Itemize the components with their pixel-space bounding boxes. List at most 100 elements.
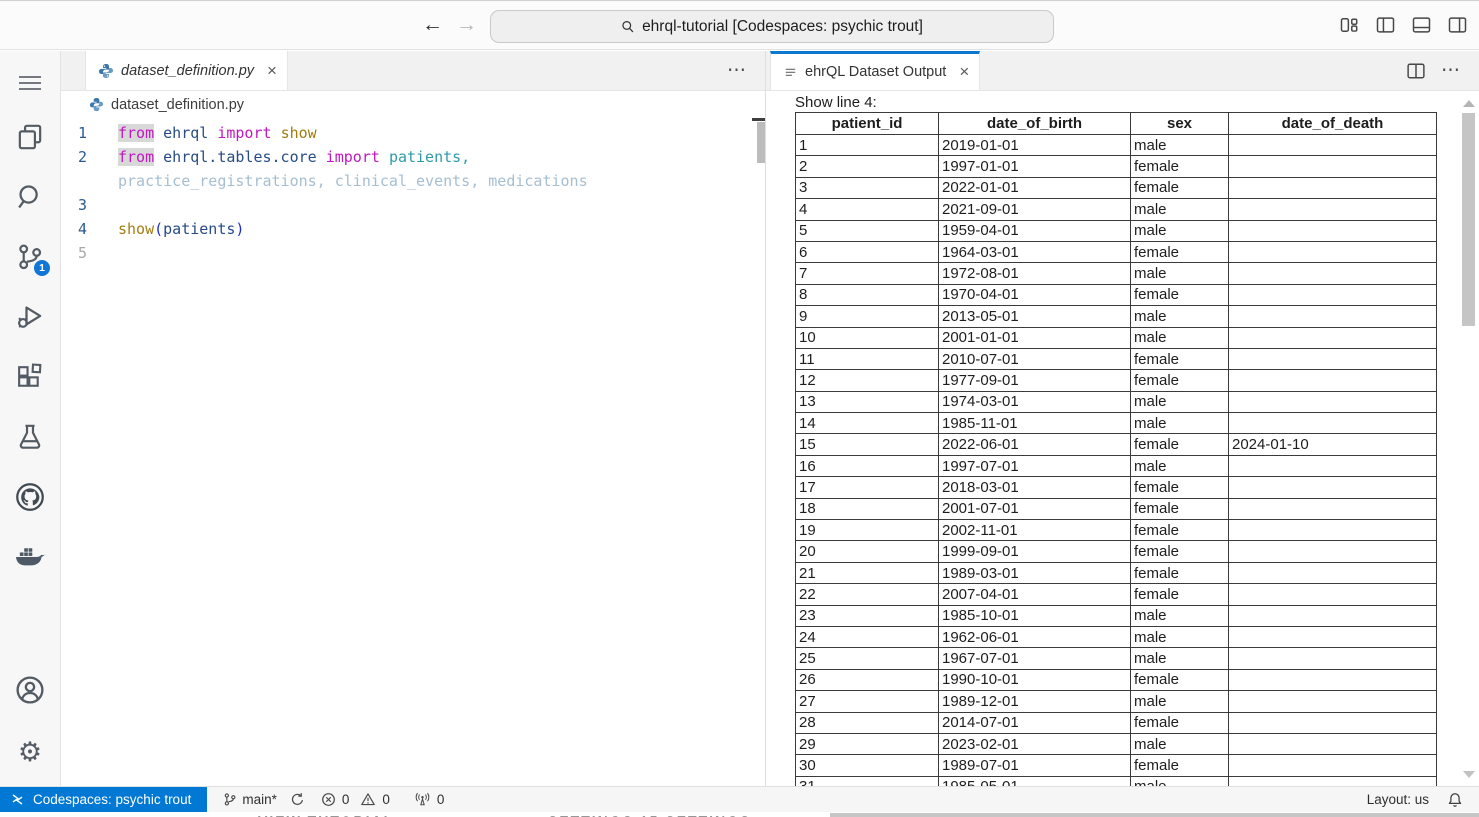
- table-row: 241962-06-01male: [796, 626, 1437, 647]
- remote-indicator[interactable]: Codespaces: psychic trout: [0, 787, 207, 812]
- table-cell: 11: [796, 348, 939, 369]
- table-row: 292023-02-01male: [796, 733, 1437, 754]
- code-token: import: [326, 148, 380, 166]
- table-cell: 2002-11-01: [939, 520, 1131, 541]
- line-number: 3: [61, 193, 118, 217]
- editor-more-actions-icon[interactable]: ⋯: [727, 59, 747, 82]
- table-cell: 24: [796, 626, 939, 647]
- split-editor-icon[interactable]: [1407, 63, 1425, 79]
- panel-scrollbar[interactable]: [1462, 113, 1475, 326]
- toggle-secondary-sidebar-icon[interactable]: [1448, 17, 1467, 33]
- table-row: 102001-01-01male: [796, 327, 1437, 348]
- dataset-output-view: Show line 4: patient_iddate_of_birthsexd…: [766, 91, 1479, 786]
- sidebar-item-docker[interactable]: [8, 535, 52, 579]
- table-cell: 2: [796, 156, 939, 177]
- menu-button[interactable]: [8, 61, 52, 105]
- tab-dataset-definition[interactable]: dataset_definition.py ×: [85, 51, 288, 90]
- table-cell: 21: [796, 562, 939, 583]
- table-cell: [1229, 669, 1437, 690]
- table-cell: 2001-01-01: [939, 327, 1131, 348]
- table-cell: female: [1131, 712, 1229, 733]
- table-cell: 2001-07-01: [939, 498, 1131, 519]
- files-icon: [16, 123, 44, 151]
- run-and-debug-icon: [16, 303, 44, 331]
- code-text: [118, 241, 765, 265]
- error-count: 0: [342, 792, 350, 807]
- table-cell: 3: [796, 177, 939, 198]
- panel-more-actions-icon[interactable]: ⋯: [1441, 59, 1461, 82]
- table-cell: [1229, 306, 1437, 327]
- sidebar-item-search[interactable]: [8, 175, 52, 219]
- code-line: 2from ehrql.tables.core import patients,: [61, 145, 765, 169]
- table-cell: [1229, 584, 1437, 605]
- code-token: [326, 172, 335, 190]
- close-tab-icon[interactable]: ×: [959, 65, 969, 79]
- problems-status-item[interactable]: 0 0: [321, 792, 390, 807]
- remote-label: Codespaces: psychic trout: [33, 792, 191, 807]
- accounts-button[interactable]: [8, 668, 52, 712]
- table-row: 311985-05-01male: [796, 776, 1437, 786]
- table-cell: female: [1131, 584, 1229, 605]
- code-token: (: [154, 220, 163, 238]
- breadcrumb[interactable]: dataset_definition.py: [61, 91, 765, 118]
- forward-arrow-icon[interactable]: →: [456, 12, 477, 38]
- table-cell: [1229, 135, 1437, 156]
- code-editor[interactable]: 1from ehrql import show2from ehrql.table…: [61, 118, 765, 265]
- table-cell: male: [1131, 306, 1229, 327]
- close-tab-icon[interactable]: ×: [267, 64, 277, 78]
- branch-status-item[interactable]: main*: [223, 792, 305, 807]
- sidebar-item-github[interactable]: [8, 475, 52, 519]
- line-number: 2: [61, 145, 118, 169]
- table-cell: 31: [796, 776, 939, 786]
- command-center-search[interactable]: ehrql-tutorial [Codespaces: psychic trou…: [490, 10, 1054, 43]
- table-cell: [1229, 755, 1437, 776]
- table-cell: female: [1131, 477, 1229, 498]
- keyboard-layout-item[interactable]: Layout: us: [1367, 792, 1429, 807]
- table-cell: 1: [796, 135, 939, 156]
- table-cell: female: [1131, 498, 1229, 519]
- table-cell: 20: [796, 541, 939, 562]
- table-header-row: patient_iddate_of_birthsexdate_of_death: [796, 113, 1437, 135]
- toggle-panel-icon[interactable]: [1412, 17, 1431, 33]
- tab-ehrql-dataset-output[interactable]: ehrQL Dataset Output ×: [770, 51, 980, 90]
- code-line: practice_registrations, clinical_events,…: [61, 169, 765, 193]
- scroll-up-arrow-icon[interactable]: [1463, 100, 1475, 107]
- table-cell: [1229, 520, 1437, 541]
- table-cell: female: [1131, 669, 1229, 690]
- code-token: [208, 124, 217, 142]
- sidebar-item-source-control[interactable]: 1: [8, 235, 52, 279]
- layout-controls: [1340, 17, 1467, 33]
- table-cell: [1229, 562, 1437, 583]
- table-row: 92013-05-01male: [796, 306, 1437, 327]
- sidebar-item-explorer[interactable]: [8, 115, 52, 159]
- notifications-bell-icon[interactable]: [1447, 792, 1463, 808]
- table-column-header: sex: [1131, 113, 1229, 135]
- code-token: [317, 148, 326, 166]
- table-cell: 1967-07-01: [939, 648, 1131, 669]
- table-cell: male: [1131, 391, 1229, 412]
- toggle-primary-sidebar-icon[interactable]: [1376, 17, 1395, 33]
- table-cell: [1229, 391, 1437, 412]
- code-token: ehrql.tables.core: [163, 148, 317, 166]
- table-cell: male: [1131, 413, 1229, 434]
- sidebar-item-extensions[interactable]: [8, 355, 52, 399]
- ports-status-item[interactable]: 0: [414, 792, 445, 807]
- table-row: 182001-07-01female: [796, 498, 1437, 519]
- breadcrumb-item: dataset_definition.py: [111, 97, 244, 113]
- table-cell: [1229, 776, 1437, 786]
- table-cell: 5: [796, 220, 939, 241]
- table-cell: 18: [796, 498, 939, 519]
- code-text: practice_registrations, clinical_events,…: [118, 169, 765, 193]
- tab-label: dataset_definition.py: [121, 63, 254, 79]
- settings-button[interactable]: ⚙: [8, 730, 52, 774]
- customize-layout-icon[interactable]: [1340, 17, 1359, 33]
- background-window-bar: [830, 813, 1479, 817]
- table-cell: [1229, 370, 1437, 391]
- sidebar-item-testing[interactable]: [8, 415, 52, 459]
- scroll-down-arrow-icon[interactable]: [1463, 771, 1475, 778]
- table-cell: female: [1131, 348, 1229, 369]
- back-arrow-icon[interactable]: ←: [422, 12, 443, 38]
- code-token: clinical_events,: [335, 172, 480, 190]
- sidebar-item-run-debug[interactable]: [8, 295, 52, 339]
- table-row: 282014-07-01female: [796, 712, 1437, 733]
